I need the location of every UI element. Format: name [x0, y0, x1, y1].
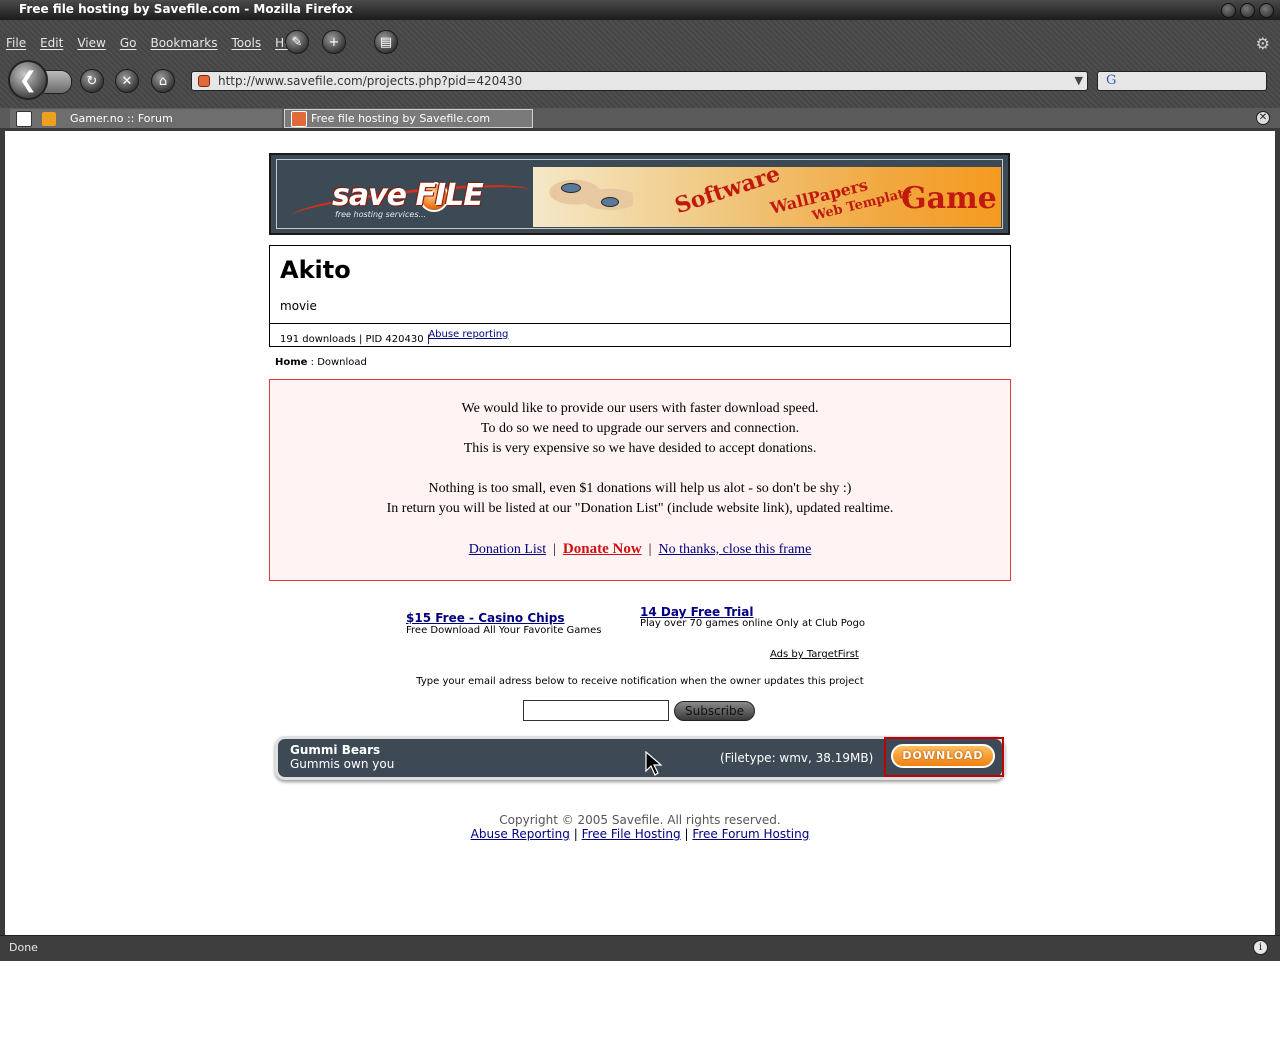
page-icon [16, 110, 32, 127]
address-bar[interactable]: http://www.savefile.com/projects.php?pid… [191, 71, 1088, 91]
ad-eye-image [561, 183, 581, 193]
footer-abuse-link[interactable]: Abuse Reporting [471, 827, 570, 841]
donation-links: Donation List | Donate Now | No thanks, … [270, 541, 1010, 558]
ad-trial-desc: Play over 70 games online Only at Club P… [640, 618, 866, 629]
tab-label: Gamer.no :: Forum [70, 112, 173, 125]
ad-face-image [543, 173, 633, 221]
edit-pencil-icon[interactable]: ✎ [285, 30, 309, 54]
subscribe-button[interactable]: Subscribe [674, 701, 755, 721]
donation-line: In return you will be listed at our "Don… [386, 501, 894, 516]
email-field[interactable] [523, 700, 669, 721]
minimize-button[interactable] [1221, 3, 1236, 18]
tab-label: Free file hosting by Savefile.com [311, 112, 491, 125]
ads-by-link[interactable]: Ads by TargetFirst [770, 649, 859, 660]
notify-text: Type your email adress below to receive … [416, 676, 864, 687]
ad-casino-desc: Free Download All Your Favorite Games [406, 625, 602, 636]
link-separator: | [553, 542, 556, 557]
page-content: save FILE free hosting services... Softw… [5, 131, 1275, 935]
breadcrumb: Home : Download [275, 357, 367, 368]
stats-text: 191 downloads | PID 420430 | [280, 334, 431, 345]
ad-word: Software [671, 167, 784, 220]
window-title: Free file hosting by Savefile.com - Mozi… [19, 2, 353, 16]
search-box[interactable]: G [1097, 71, 1267, 91]
status-text: Done [9, 941, 38, 954]
menu-tools[interactable]: Tools [232, 36, 262, 50]
donate-now-link[interactable]: Donate Now [563, 541, 642, 557]
project-description: movie [280, 299, 317, 313]
stop-icon[interactable]: ✕ [115, 69, 139, 93]
close-tab-icon[interactable]: ✕ [1256, 111, 1270, 125]
ad-trial-link[interactable]: 14 Day Free Trial [640, 605, 753, 619]
donation-line: This is very expensive so we have deside… [463, 441, 817, 456]
file-info: (Filetype: wmv, 38.19MB) [720, 751, 874, 765]
reload-icon[interactable]: ↻ [80, 69, 104, 93]
browser-window: Free file hosting by Savefile.com - Mozi… [0, 0, 1280, 961]
project-box: Akito movie 191 downloads | PID 420430 |… [269, 245, 1011, 347]
donation-line: Nothing is too small, even $1 donations … [428, 481, 852, 496]
banner-advertisement[interactable]: Software WallPapers Web Template Game [533, 167, 1001, 227]
gear-icon[interactable]: ⚙ [1256, 34, 1270, 53]
menu-edit[interactable]: Edit [40, 36, 63, 50]
copyright-text: Copyright © 2005 Savefile. All rights re… [499, 813, 781, 827]
logo-tagline: free hosting services... [335, 210, 427, 219]
site-favicon-icon [198, 75, 210, 87]
close-frame-link[interactable]: No thanks, close this frame [658, 542, 811, 557]
menu-bar: File Edit View Go Bookmarks Tools Help [6, 32, 316, 54]
file-subtitle: Gummis own you [290, 757, 395, 771]
banner-frame: save FILE free hosting services... Softw… [276, 159, 1003, 230]
mouse-cursor-icon [645, 751, 663, 776]
file-name: Gummi Bears [290, 743, 381, 757]
print-icon[interactable]: ▤ [374, 30, 398, 54]
breadcrumb-sep: : [307, 357, 318, 368]
donation-list-link[interactable]: Donation List [469, 542, 546, 557]
link-separator: | [573, 827, 578, 841]
back-arrow-icon: ❮ [18, 67, 38, 93]
rss-icon [42, 111, 56, 126]
url-text[interactable]: http://www.savefile.com/projects.php?pid… [218, 74, 522, 88]
menu-go[interactable]: Go [120, 36, 137, 50]
status-bar: Done i [0, 935, 1280, 961]
download-button-frame: DOWNLOAD [884, 737, 1004, 777]
tab-savefile[interactable]: Free file hosting by Savefile.com [284, 109, 533, 128]
footer-file-hosting-link[interactable]: Free File Hosting [582, 827, 681, 841]
site-favicon-icon [291, 110, 307, 127]
link-separator: | [648, 542, 652, 557]
header-banner: save FILE free hosting services... Softw… [269, 153, 1010, 235]
home-icon[interactable]: ⌂ [151, 69, 175, 93]
ad-eye-image [601, 197, 619, 207]
tab-strip: Gamer.no :: Forum Free file hosting by S… [0, 108, 1280, 128]
footer-links: Abuse Reporting | Free File Hosting | Fr… [5, 827, 1275, 841]
add-icon[interactable]: + [322, 30, 346, 54]
footer-forum-hosting-link[interactable]: Free Forum Hosting [692, 827, 809, 841]
info-icon[interactable]: i [1253, 940, 1268, 955]
project-title: Akito [280, 256, 351, 284]
title-bar: Free file hosting by Savefile.com - Mozi… [0, 0, 1280, 20]
close-window-button[interactable] [1259, 3, 1274, 18]
google-search-icon[interactable]: G [1106, 73, 1116, 88]
ad-word: Game [901, 181, 997, 216]
ad-casino-link[interactable]: $15 Free - Casino Chips [406, 611, 565, 625]
savefile-logo[interactable]: save FILE [332, 178, 484, 213]
donation-line: To do so we need to upgrade our servers … [480, 421, 800, 436]
abuse-reporting-link[interactable]: Abuse reporting [428, 329, 508, 340]
maximize-button[interactable] [1240, 3, 1255, 18]
link-separator: | [684, 827, 689, 841]
chevron-down-icon[interactable]: ▼ [1075, 74, 1083, 87]
menu-view[interactable]: View [77, 36, 105, 50]
menu-bookmarks[interactable]: Bookmarks [150, 36, 217, 50]
project-stats: 191 downloads | PID 420430 | Abuse repor… [270, 323, 1010, 347]
download-button[interactable]: DOWNLOAD [891, 744, 995, 768]
back-button[interactable]: ❮ [8, 60, 48, 100]
breadcrumb-home[interactable]: Home [275, 357, 307, 368]
donation-line: We would like to provide our users with … [461, 401, 819, 416]
tab-gamer-forum[interactable]: Gamer.no :: Forum [10, 109, 282, 128]
window-controls [1221, 3, 1274, 18]
browser-chrome: File Edit View Go Bookmarks Tools Help ✎… [0, 20, 1280, 108]
donation-box: We would like to provide our users with … [269, 379, 1011, 581]
menu-file[interactable]: File [6, 36, 26, 50]
breadcrumb-current: Download [317, 357, 367, 368]
download-bar: Gummi Bears Gummis own you (Filetype: wm… [275, 736, 1005, 780]
